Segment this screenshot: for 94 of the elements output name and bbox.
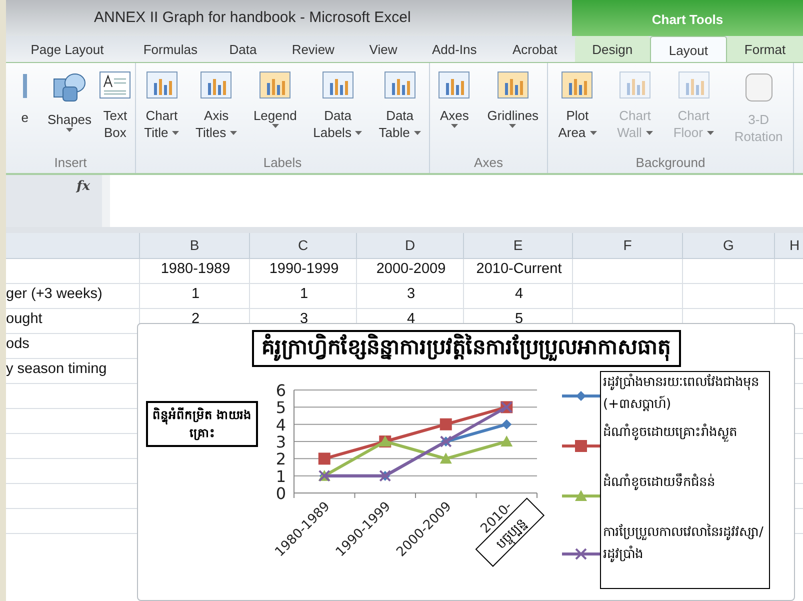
- window-title: ANNEX II Graph for handbook - Microsoft Excel: [93, 8, 412, 28]
- chart-icon: [200, 71, 232, 99]
- caret-icon: [450, 124, 458, 128]
- table-cell: 3: [357, 284, 464, 309]
- ribbon-tab[interactable]: Layout: [650, 36, 727, 62]
- text-box-icon: [99, 71, 132, 99]
- column-header[interactable]: E: [464, 233, 573, 259]
- caret-icon: [646, 130, 653, 134]
- chart-icon: [322, 71, 354, 99]
- caret-icon: [509, 124, 516, 128]
- table-cell: 1980-1989: [140, 259, 250, 284]
- ribbon-button[interactable]: Axis Titles: [196, 71, 238, 155]
- axis-title: ពិន្ទុអំពីកម្រិត ងាយរងគ្រោះ: [146, 401, 258, 447]
- chart-title: គំរូក្រាហ្វិកខ្សែនិន្នាការប្រវត្តិនៃការប្រែប្រួលអាកាសធាតុ: [252, 330, 680, 367]
- chart-icon: [496, 71, 529, 99]
- group-label: Axes: [473, 155, 504, 172]
- ribbon-button[interactable]: Legend: [253, 71, 297, 155]
- y-tick-label: 2: [276, 450, 286, 469]
- point: [318, 452, 330, 465]
- table-cell: 1: [140, 284, 250, 309]
- point: [440, 418, 452, 430]
- ribbon-tab[interactable]: View: [352, 36, 414, 62]
- y-tick-label: 5: [276, 398, 286, 418]
- ribbon-button[interactable]: Axes: [438, 71, 470, 155]
- chart-icon: [384, 71, 416, 99]
- ribbon-icon: [22, 71, 27, 101]
- ribbon-tab[interactable]: Format: [726, 36, 803, 62]
- ribbon-tab[interactable]: Review: [274, 36, 353, 62]
- caret-icon: [414, 130, 421, 134]
- legend-label: ដំណាំខូចដោយគ្រោះរាំងស្ងួត: [602, 422, 738, 444]
- legend-marker-icon: [562, 389, 600, 403]
- caret-icon: [590, 130, 597, 134]
- table-cell: 1990-1999: [250, 259, 357, 284]
- insert-function-button[interactable]: fx: [76, 179, 90, 194]
- group-label: Background: [634, 155, 706, 172]
- column-header[interactable]: B: [140, 233, 250, 259]
- point: [500, 436, 513, 446]
- column-header[interactable]: G: [683, 233, 775, 259]
- chart-icon: [561, 71, 594, 99]
- column-header[interactable]: H: [775, 233, 803, 259]
- table-cell: ger (+3 weeks): [6, 284, 140, 309]
- ribbon-tab[interactable]: Add-Ins: [414, 36, 495, 62]
- ribbon-tab[interactable]: Page Layout: [6, 36, 128, 62]
- y-tick-label: 0: [276, 484, 286, 503]
- table-cell: 1: [250, 284, 357, 309]
- group-label: Insert: [53, 155, 88, 172]
- ribbon-button[interactable]: Data Labels: [313, 71, 362, 155]
- context-tab-label: Chart Tools: [572, 0, 803, 36]
- ribbon-button[interactable]: Gridlines: [487, 71, 539, 155]
- point: [502, 419, 512, 430]
- shapes-icon: [51, 71, 88, 103]
- table-cell: 2010-Current: [464, 259, 573, 284]
- ribbon-button[interactable]: Shapes: [47, 71, 92, 155]
- column-header[interactable]: D: [357, 233, 464, 259]
- y-tick-label: 1: [276, 466, 286, 486]
- chart-icon: [618, 71, 651, 99]
- ribbon-button[interactable]: Plot Area: [558, 71, 597, 155]
- group-label: Labels: [262, 155, 303, 172]
- point: [440, 452, 452, 464]
- caret-icon: [66, 128, 73, 132]
- caret-icon: [355, 130, 362, 134]
- legend-label: ដំណាំខូចដោយទឹកជំនន់: [602, 472, 716, 492]
- y-tick-label: 3: [276, 432, 286, 452]
- table-cell: 2000-2009: [357, 259, 464, 284]
- chart-icon: [146, 71, 178, 99]
- caret-icon: [230, 130, 238, 134]
- table-cell: 4: [464, 284, 573, 309]
- chart-area[interactable]: [137, 323, 795, 601]
- legend-marker-icon: [562, 489, 600, 503]
- ribbon-tab[interactable]: Formulas: [128, 36, 212, 62]
- caret-icon: [172, 130, 180, 134]
- legend-marker-icon: [562, 547, 600, 561]
- name-box[interactable]: fx: [6, 175, 102, 227]
- ribbon-button[interactable]: Chart Title: [144, 71, 180, 155]
- column-header[interactable]: [6, 233, 140, 259]
- y-tick-label: 4: [276, 415, 286, 434]
- ribbon-button[interactable]: e: [10, 71, 40, 155]
- ribbon-button[interactable]: Text Box: [99, 71, 132, 155]
- caret-icon: [706, 130, 714, 134]
- chart-icon: [438, 71, 470, 99]
- chart-icon: [259, 71, 292, 99]
- ribbon-tab[interactable]: Design: [574, 36, 650, 62]
- legend-marker-icon: [562, 439, 600, 453]
- legend-label: រដូវប្រាំងមានរយៈពេលវែងជាងមុន (+៣សប្តាហ៍): [602, 372, 760, 414]
- ribbon-button[interactable]: Data Table: [378, 71, 421, 155]
- legend-label: ការប្រែប្រួលកាលវេលានៃរដូវវស្សា/រដូវប្រាំង: [602, 522, 764, 564]
- ribbon-tab[interactable]: Acrobat: [494, 36, 575, 62]
- caret-icon: [272, 124, 279, 128]
- cube-icon: [744, 71, 774, 103]
- ribbon-tab[interactable]: Data: [212, 36, 274, 62]
- chart-icon: [678, 71, 710, 99]
- column-header[interactable]: F: [573, 233, 683, 259]
- column-header[interactable]: C: [250, 233, 357, 259]
- y-tick-label: 6: [276, 383, 286, 400]
